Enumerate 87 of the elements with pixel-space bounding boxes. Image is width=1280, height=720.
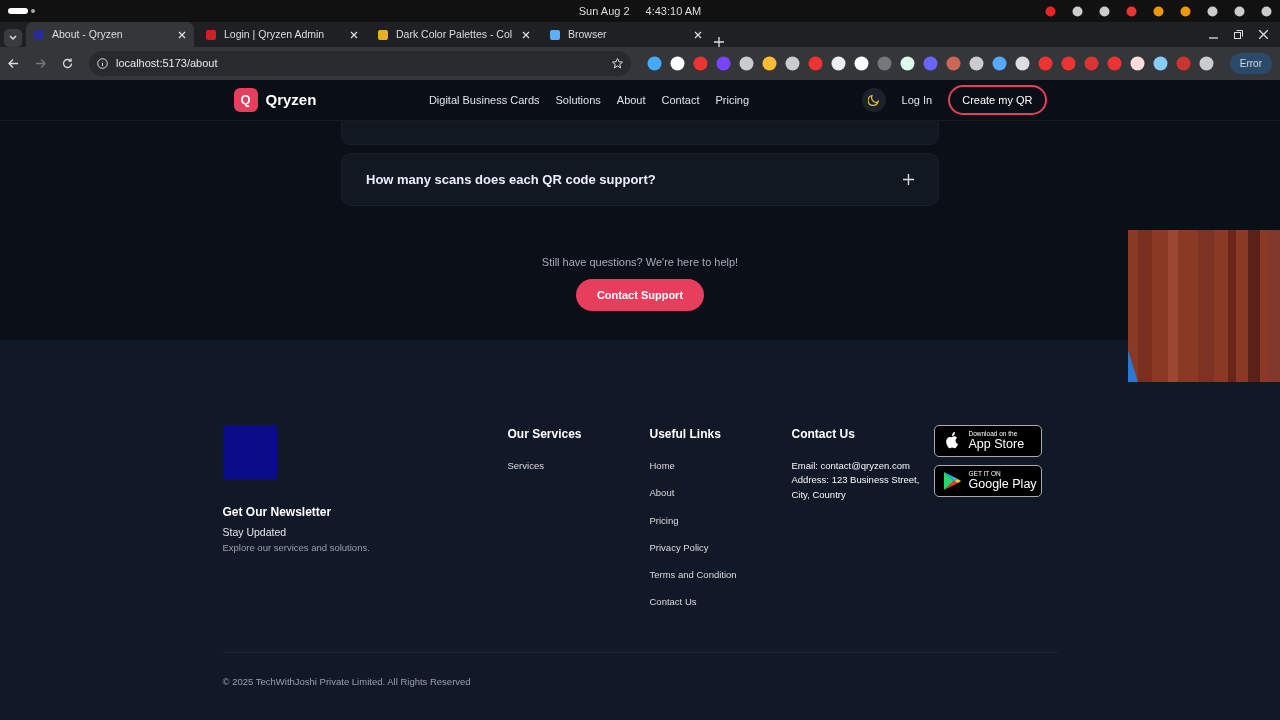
extension-icon[interactable]: [899, 56, 915, 71]
moon-icon: [867, 94, 880, 106]
tray-icon[interactable]: [1072, 5, 1083, 17]
nav-link[interactable]: Contact: [661, 91, 700, 109]
tab-title: Browser: [568, 26, 608, 42]
address-bar[interactable]: localhost:5173/about: [89, 51, 631, 76]
extension-icon[interactable]: [669, 56, 685, 71]
tab-title: Dark Color Palettes - Col: [396, 26, 514, 42]
tray-icon[interactable]: [1234, 5, 1245, 17]
favicon-icon: [378, 29, 388, 40]
extension-icon[interactable]: [991, 56, 1007, 71]
badge-store-name: Google Play: [968, 477, 1037, 492]
newsletter-text: Explore our services and solutions.: [222, 540, 371, 555]
extension-icon[interactable]: [761, 56, 777, 71]
favicon-icon: [550, 29, 560, 40]
footer-logo: [222, 425, 277, 479]
footer-link[interactable]: Services: [507, 459, 650, 474]
activities-icon[interactable]: [8, 7, 36, 15]
extension-icon[interactable]: [968, 56, 984, 71]
tab-title: About - Qryzen: [52, 26, 124, 42]
close-icon[interactable]: [522, 30, 530, 39]
footer-link[interactable]: Home: [649, 459, 792, 474]
favicon-icon: [34, 29, 44, 40]
close-icon[interactable]: [350, 30, 358, 39]
tray-icon[interactable]: [1261, 5, 1272, 17]
extension-icon[interactable]: [1014, 56, 1030, 71]
tray-icon[interactable]: [1099, 5, 1110, 17]
login-link[interactable]: Log In: [901, 91, 933, 109]
tray-icon[interactable]: [1207, 5, 1218, 17]
extension-icon[interactable]: [830, 56, 846, 71]
footer-heading: Contact Us: [791, 426, 856, 443]
nav-link[interactable]: Pricing: [715, 91, 750, 109]
url-text: localhost:5173/about: [116, 56, 219, 72]
help-text: Still have questions? We're here to help!: [541, 255, 739, 270]
footer-heading: Useful Links: [649, 426, 722, 443]
faq-question: How many scans does each QR code support?: [366, 170, 657, 189]
browser-tab[interactable]: Dark Color Palettes - Col: [370, 22, 538, 47]
tab-list-icon[interactable]: [4, 29, 22, 47]
extension-icon[interactable]: [1129, 56, 1145, 71]
logo-mark[interactable]: Q: [233, 88, 258, 112]
profile-button[interactable]: Error: [1229, 53, 1272, 74]
brand-name[interactable]: Qryzen: [265, 88, 317, 112]
badge-store-name: App Store: [968, 437, 1025, 452]
date-label: Sun Aug 2: [578, 3, 630, 19]
nav-link[interactable]: Solutions: [555, 91, 601, 109]
favicon-icon: [206, 29, 216, 40]
restore-icon[interactable]: [1234, 30, 1243, 39]
nav-link[interactable]: Digital Business Cards: [428, 91, 540, 109]
footer-heading: Our Services: [507, 426, 583, 443]
copyright-text: © 2025 TechWithJoshi Private Limited. All Rights Reserved: [222, 674, 472, 689]
newsletter-title: Get Our Newsletter: [222, 504, 333, 521]
tab-title: Login | Qryzen Admin: [224, 26, 326, 42]
extension-icon[interactable]: [738, 56, 754, 71]
footer-link[interactable]: Privacy Policy: [649, 540, 792, 555]
nav-link[interactable]: About: [616, 91, 646, 109]
forward-icon[interactable]: [35, 58, 46, 69]
close-icon[interactable]: [694, 30, 702, 39]
tray-icon[interactable]: [1180, 5, 1191, 17]
browser-tab[interactable]: Browser: [542, 22, 710, 47]
newsletter-subtitle: Stay Updated: [222, 525, 288, 540]
extension-icon[interactable]: [1198, 56, 1214, 71]
back-icon[interactable]: [8, 58, 19, 69]
theme-toggle[interactable]: [861, 88, 886, 112]
contact-text: Address: 123 Business Street, City, Country: [791, 473, 921, 502]
footer-link[interactable]: Terms and Condition: [649, 568, 792, 583]
footer-link[interactable]: Contact Us: [649, 595, 792, 610]
extension-icon[interactable]: [1152, 56, 1168, 71]
clock-label: 4:43:10 AM: [645, 3, 702, 19]
browser-tab[interactable]: About - Qryzen: [26, 22, 194, 47]
close-icon[interactable]: [178, 30, 186, 39]
extension-icon[interactable]: [853, 56, 869, 71]
new-tab-icon[interactable]: [714, 37, 724, 47]
close-icon[interactable]: [1259, 30, 1268, 39]
info-icon: [97, 58, 108, 69]
contact-support-button[interactable]: Contact Support: [575, 278, 705, 311]
contact-text: Email: contact@qryzen.com: [791, 459, 911, 473]
browser-tab[interactable]: Login | Qryzen Admin: [198, 22, 366, 47]
extension-icon[interactable]: [784, 56, 800, 71]
faq-item[interactable]: How many scans does each QR code support?: [341, 153, 939, 206]
footer-link[interactable]: About: [649, 486, 792, 501]
footer-link[interactable]: Pricing: [649, 513, 792, 528]
extension-icon[interactable]: [646, 56, 662, 71]
tray-icon[interactable]: [1153, 5, 1164, 17]
reload-icon[interactable]: [62, 58, 73, 69]
play-icon: [942, 471, 961, 491]
create-qr-button[interactable]: Create my QR: [948, 84, 1047, 116]
star-icon[interactable]: [611, 58, 623, 69]
